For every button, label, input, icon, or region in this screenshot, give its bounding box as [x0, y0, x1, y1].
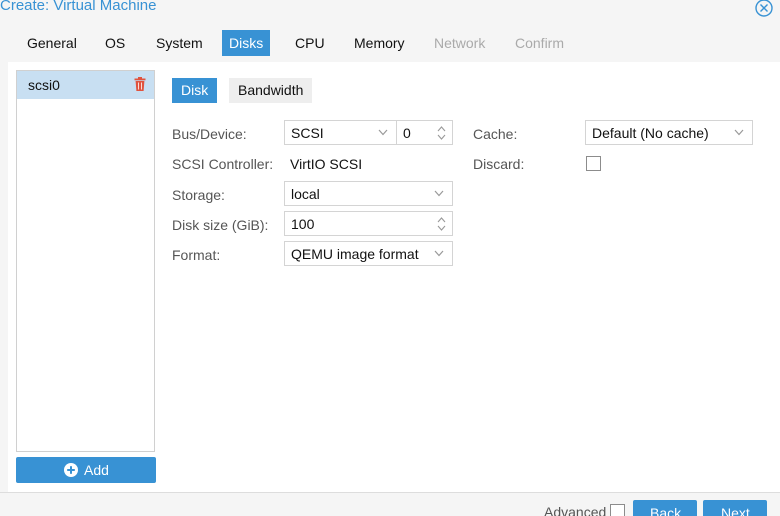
chevron-down-icon [378, 129, 388, 136]
storage-label: Storage: [172, 187, 225, 203]
device-number-stepper[interactable]: 0 [396, 120, 453, 145]
trash-icon[interactable] [134, 77, 146, 91]
subtab-disk[interactable]: Disk [172, 78, 218, 103]
next-button-label: Next [721, 505, 750, 516]
bus-select[interactable]: SCSI [284, 120, 397, 145]
tab-confirm: Confirm [515, 35, 565, 51]
tab-memory[interactable]: Memory [347, 30, 412, 56]
bus-device-label: Bus/Device: [172, 126, 247, 142]
add-disk-button[interactable]: Add [16, 457, 156, 483]
close-icon[interactable] [754, 0, 774, 18]
spinner-arrows-icon[interactable] [437, 125, 446, 141]
dialog-footer: Advanced Back Next [0, 492, 780, 516]
back-button[interactable]: Back [633, 500, 697, 516]
format-select-value: QEMU image format [291, 246, 419, 262]
device-number-value: 0 [403, 125, 411, 141]
advanced-checkbox[interactable] [610, 504, 625, 516]
format-select[interactable]: QEMU image format [284, 241, 453, 266]
plus-circle-icon [64, 463, 78, 477]
format-label: Format: [172, 247, 221, 263]
bus-select-value: SCSI [291, 125, 324, 141]
tab-os[interactable]: OS [98, 30, 132, 56]
title-bar: Create: Virtual Machine [0, 0, 780, 24]
disks-panel: scsi0 Add Disk Bandwidth Bus/Device: SCS… [8, 62, 780, 492]
dialog-title: Create: Virtual Machine [0, 0, 157, 14]
disk-list: scsi0 [16, 70, 155, 452]
disk-size-stepper[interactable]: 100 [284, 211, 453, 236]
discard-label: Discard: [473, 156, 525, 172]
advanced-label: Advanced [544, 504, 607, 516]
scsi-controller-label: SCSI Controller: [172, 156, 274, 172]
disk-size-value: 100 [291, 216, 315, 232]
disk-size-label: Disk size (GiB): [172, 217, 269, 233]
chevron-down-icon [434, 190, 444, 197]
wizard-tab-bar: General OS System Disks CPU Memory Netwo… [0, 30, 780, 56]
back-button-label: Back [650, 505, 682, 516]
tab-cpu[interactable]: CPU [288, 30, 332, 56]
tab-system[interactable]: System [149, 30, 210, 56]
subtab-bandwidth[interactable]: Bandwidth [229, 78, 313, 103]
cache-select[interactable]: Default (No cache) [585, 120, 753, 145]
chevron-down-icon [434, 250, 444, 257]
spinner-arrows-icon[interactable] [437, 216, 446, 232]
storage-select[interactable]: local [284, 181, 453, 206]
tab-general[interactable]: General [20, 30, 84, 56]
discard-checkbox[interactable] [586, 156, 601, 171]
chevron-down-icon [734, 129, 744, 136]
tab-network: Network [434, 35, 486, 51]
disk-item-label: scsi0 [28, 77, 60, 93]
disk-list-item[interactable]: scsi0 [17, 71, 154, 99]
scsi-controller-value: VirtIO SCSI [290, 156, 363, 172]
cache-select-value: Default (No cache) [592, 125, 709, 141]
create-vm-dialog: Create: Virtual Machine General OS Syste… [0, 0, 780, 516]
tab-disks[interactable]: Disks [222, 30, 271, 56]
cache-label: Cache: [473, 126, 518, 142]
storage-select-value: local [291, 186, 320, 202]
next-button[interactable]: Next [703, 500, 767, 516]
add-button-label: Add [84, 462, 109, 478]
